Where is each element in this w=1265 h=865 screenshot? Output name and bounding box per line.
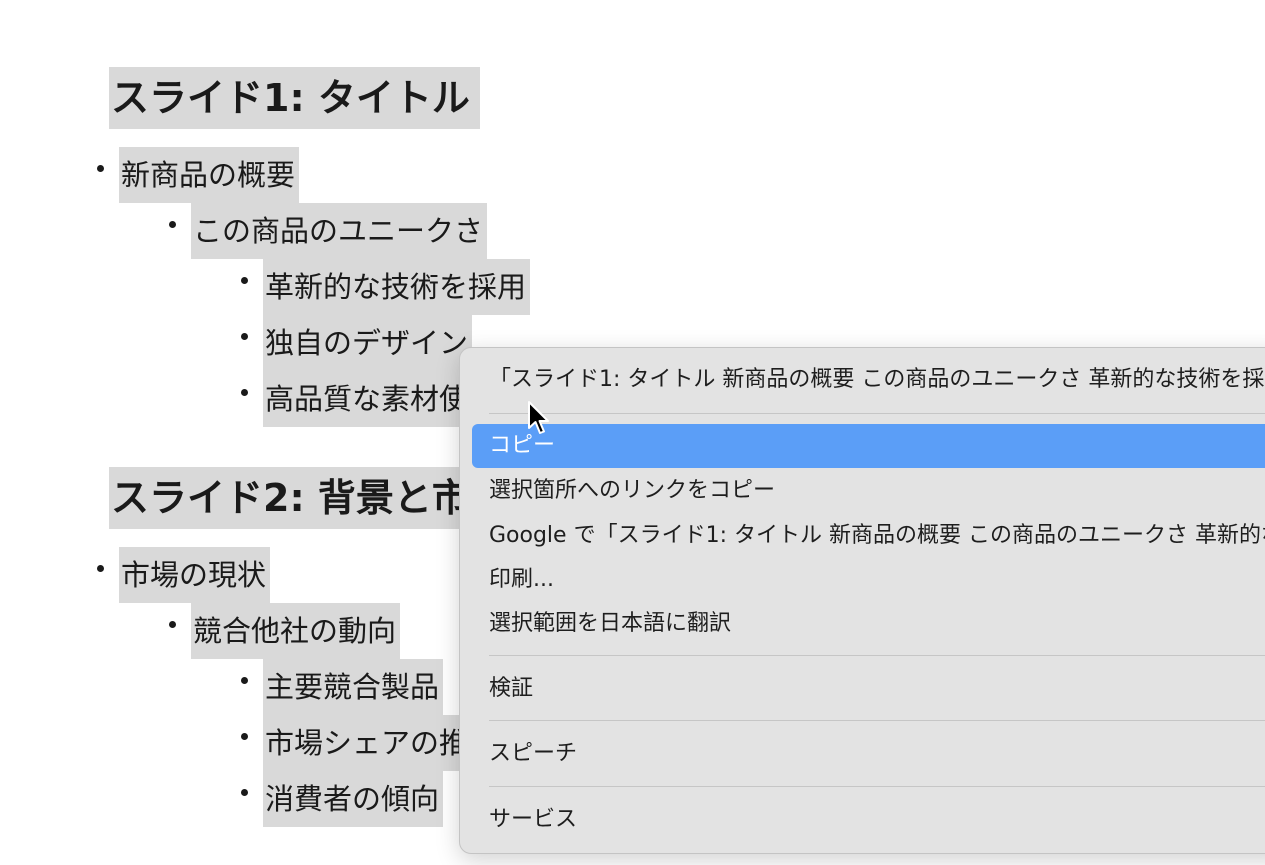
list-item-text: 市場の現状	[119, 547, 271, 603]
list-item-text: 新商品の概要	[119, 147, 300, 203]
menu-separator	[489, 786, 1265, 787]
bullet-icon	[241, 277, 248, 284]
slide1-heading: スライド1: タイトル	[109, 67, 480, 129]
list-item-text: 主要競合製品	[263, 659, 444, 715]
slide2-heading: スライド2: 背景と市場	[109, 467, 518, 529]
bullet-icon	[97, 565, 104, 572]
copy-link-menu-item[interactable]: 選択箇所へのリンクをコピー	[472, 469, 1265, 513]
bullet-icon	[241, 733, 248, 740]
bullet-icon	[97, 165, 104, 172]
list-item-text: 独自のデザイン	[263, 315, 473, 371]
google-search-menu-item[interactable]: Google で「スライド1: タイトル 新商品の概要 この商品のユニークさ 革…	[472, 514, 1265, 558]
bullet-icon	[241, 389, 248, 396]
selection-preview-item[interactable]: 「スライド1: タイトル 新商品の概要 この商品のユニークさ 革新的な技術を採用	[472, 358, 1265, 402]
bullet-icon	[241, 677, 248, 684]
list-item-text: この商品のユニークさ	[191, 203, 488, 259]
speech-menu-item[interactable]: スピーチ	[472, 732, 1265, 776]
bullet-icon	[241, 333, 248, 340]
menu-separator	[489, 720, 1265, 721]
menu-separator	[489, 655, 1265, 656]
bullet-icon	[169, 221, 176, 228]
bullet-icon	[241, 789, 248, 796]
print-menu-item[interactable]: 印刷...	[472, 558, 1265, 602]
list-item-text: 競合他社の動向	[191, 603, 401, 659]
menu-separator	[489, 413, 1265, 414]
translate-menu-item[interactable]: 選択範囲を日本語に翻訳	[472, 602, 1265, 646]
inspect-menu-item[interactable]: 検証	[472, 667, 1265, 711]
mouse-pointer-icon	[528, 401, 549, 434]
list-item-text: 消費者の傾向	[263, 771, 444, 827]
list-item-text: 革新的な技術を採用	[263, 259, 531, 315]
bullet-icon	[169, 621, 176, 628]
copy-menu-item[interactable]: コピー	[472, 424, 1265, 468]
page: スライド1: タイトル 新商品の概要 この商品のユニークさ 革新的な技術を採用 …	[0, 0, 1265, 865]
context-menu: 「スライド1: タイトル 新商品の概要 この商品のユニークさ 革新的な技術を採用…	[459, 347, 1265, 854]
services-menu-item[interactable]: サービス	[472, 798, 1265, 842]
